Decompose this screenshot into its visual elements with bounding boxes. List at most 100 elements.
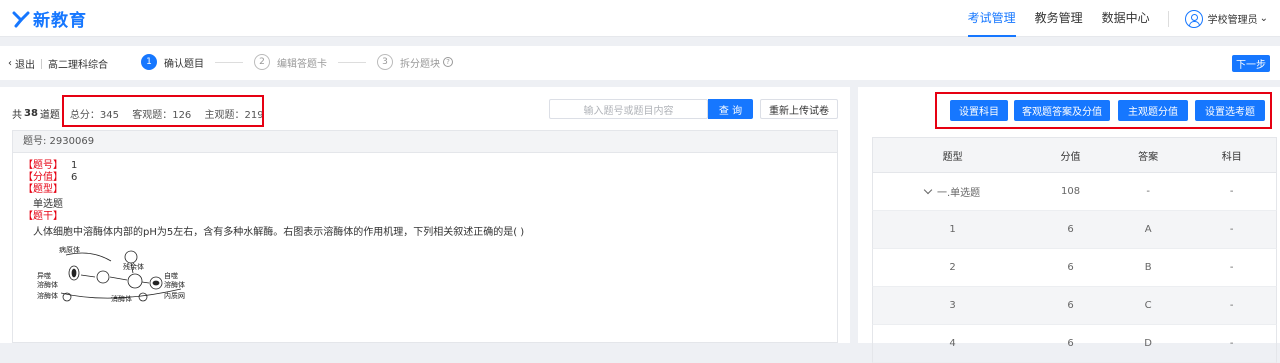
- row-score: 6: [1067, 300, 1074, 311]
- step-number: 2: [254, 54, 270, 70]
- figure-label-pathogen: 病原体: [59, 245, 80, 254]
- step-connector: [338, 61, 366, 63]
- chevron-down-icon[interactable]: [923, 185, 933, 194]
- row-type: 1: [949, 224, 956, 235]
- row-subject: -: [1229, 224, 1234, 235]
- figure-label-lysosome: 溶酶体: [37, 291, 58, 300]
- search-button[interactable]: 查 询: [708, 99, 753, 119]
- header-type: 题型: [942, 151, 963, 163]
- row-score: 6: [1067, 338, 1074, 349]
- user-name: 学校管理员: [1207, 15, 1258, 26]
- row-type: 2: [949, 262, 956, 273]
- nav-divider: [1167, 10, 1169, 27]
- score-value: 6: [71, 172, 78, 183]
- step-label: 编辑答题卡: [277, 58, 327, 70]
- table-row[interactable]: 一.单选题 108 - -: [872, 173, 1277, 211]
- row-subject: -: [1229, 262, 1234, 273]
- question-count: 38: [24, 108, 38, 119]
- number-value: 1: [71, 160, 78, 171]
- row-subject: -: [1229, 300, 1234, 311]
- nav-exam-management[interactable]: 考试管理: [967, 0, 1016, 37]
- figure-label-residual: 残余体: [123, 262, 144, 271]
- table-row[interactable]: 4 6 D -: [872, 325, 1277, 363]
- table-row[interactable]: 1 6 A -: [872, 211, 1277, 249]
- step-number: 1: [141, 54, 157, 70]
- figure-label-digestive: 消酶体: [111, 294, 132, 303]
- section-label: 一.单选题: [937, 188, 981, 199]
- header-score: 分值: [1060, 151, 1081, 163]
- count-suffix: 道题: [39, 110, 60, 121]
- question-body: 【题号】 1 【分值】 6 【题型】 单选题 【题干】 人体细胞中溶酶体内部的pH为…: [13, 153, 837, 246]
- nav-academic-management[interactable]: 教务管理: [1035, 0, 1083, 37]
- main-nav: 考试管理 教务管理 数据中心 学校管理员 ⌄: [949, 0, 1268, 37]
- back-label: 退出: [15, 60, 35, 71]
- set-subject-button[interactable]: 设置科目: [950, 100, 1008, 121]
- table-row[interactable]: 2 6 B -: [872, 249, 1277, 287]
- row-score: 6: [1067, 224, 1074, 235]
- stem-tag: 【题干】: [23, 211, 63, 222]
- lysosome-diagram: 病原体 残余体 异噬 溶酶体 溶酶体 自噬 溶酶体 消酶体 内质网: [37, 245, 185, 303]
- row-answer: D: [1144, 338, 1152, 349]
- objective-answer-score-button[interactable]: 客观题答案及分值: [1014, 100, 1110, 121]
- question-card: 题号: 2930069 【题号】 1 【分值】 6 【题型】 单选题 【题干】 人体…: [12, 130, 838, 343]
- row-score: 108: [1060, 186, 1081, 197]
- table-row[interactable]: 3 6 C -: [872, 287, 1277, 325]
- logo-text: 新教育: [33, 11, 87, 31]
- chevron-down-icon: ⌄: [1259, 13, 1268, 24]
- step-confirm-questions[interactable]: 1 确认题目: [141, 54, 204, 70]
- row-subject: -: [1229, 338, 1234, 349]
- back-link[interactable]: ‹ 退出 高二理科综合: [8, 56, 108, 71]
- step-number: 3: [377, 54, 393, 70]
- table-header: 题型 分值 答案 科目: [872, 137, 1277, 173]
- row-answer: C: [1144, 300, 1152, 311]
- help-icon[interactable]: ?: [443, 57, 453, 67]
- next-step-button[interactable]: 下一步: [1232, 55, 1270, 72]
- step-edit-answer-card[interactable]: 2 编辑答题卡: [254, 54, 327, 70]
- row-answer: B: [1144, 262, 1152, 273]
- figure-label-er: 内质网: [164, 291, 185, 300]
- count-prefix: 共: [12, 110, 22, 121]
- figure-label-autophagic2: 溶酶体: [164, 280, 185, 289]
- type-value: 单选题: [33, 199, 63, 210]
- row-type[interactable]: 一.单选题: [873, 173, 1032, 210]
- app-logo[interactable]: 新教育: [12, 6, 87, 31]
- row-type: 3: [949, 300, 956, 311]
- row-score: 6: [1067, 262, 1074, 273]
- reupload-paper-button[interactable]: 重新上传试卷: [760, 99, 838, 119]
- step-connector: [215, 61, 243, 63]
- search-input[interactable]: 输入题号或题目内容: [549, 99, 708, 119]
- set-elective-button[interactable]: 设置选考题: [1195, 100, 1265, 121]
- step-split-blocks[interactable]: 3 拆分题块 ?: [377, 54, 453, 70]
- user-avatar-icon: [1184, 9, 1203, 28]
- stem-text: 人体细胞中溶酶体内部的pH为5左右，含有多种水解酶。右图表示溶酶体的作用机理，下…: [33, 227, 525, 238]
- question-table: 题型 分值 答案 科目 一.单选题 108 - - 1 6 A - 2 6 B …: [872, 137, 1277, 363]
- divider: [41, 58, 42, 69]
- exam-name: 高二理科综合: [48, 60, 108, 71]
- header-answer: 答案: [1138, 151, 1159, 163]
- number-tag: 【题号】: [23, 160, 63, 171]
- step-progress: 1 确认题目 2 编辑答题卡 3 拆分题块 ?: [141, 54, 453, 70]
- figure-label-heterophagic: 异噬: [37, 271, 51, 280]
- step-bar: ‹ 退出 高二理科综合 1 确认题目 2 编辑答题卡 3 拆分题块 ? 下一步: [0, 46, 1280, 80]
- row-subject: -: [1229, 186, 1234, 197]
- subjective-score-button[interactable]: 主观题分值: [1118, 100, 1188, 121]
- top-navbar: 新教育 考试管理 教务管理 数据中心 学校管理员 ⌄: [0, 0, 1280, 37]
- nav-data-center[interactable]: 数据中心: [1102, 0, 1150, 37]
- row-type: 4: [949, 338, 956, 349]
- chevron-left-icon: ‹: [8, 58, 12, 69]
- row-answer: A: [1144, 224, 1152, 235]
- score-tag: 【分值】: [23, 172, 63, 183]
- header-subject: 科目: [1221, 151, 1242, 163]
- type-tag: 【题型】: [23, 184, 63, 195]
- question-id: 题号: 2930069: [13, 131, 837, 153]
- answer-settings-panel: 设置科目 客观题答案及分值 主观题分值 设置选考题 题型 分值 答案 科目 一.…: [858, 87, 1280, 363]
- figure-label-heterophagic2: 溶酶体: [37, 280, 58, 289]
- figure-label-autophagic: 自噬: [164, 271, 178, 280]
- logo-icon: [12, 11, 30, 27]
- highlight-box: [62, 95, 264, 127]
- question-panel: 共 38 道题 总分：345 客观题：126 主观题：219 输入题号或题目内容…: [0, 87, 850, 343]
- row-answer: -: [1146, 186, 1150, 197]
- step-label: 确认题目: [164, 58, 204, 70]
- user-menu[interactable]: 学校管理员 ⌄: [1184, 9, 1268, 28]
- step-label: 拆分题块: [400, 58, 440, 70]
